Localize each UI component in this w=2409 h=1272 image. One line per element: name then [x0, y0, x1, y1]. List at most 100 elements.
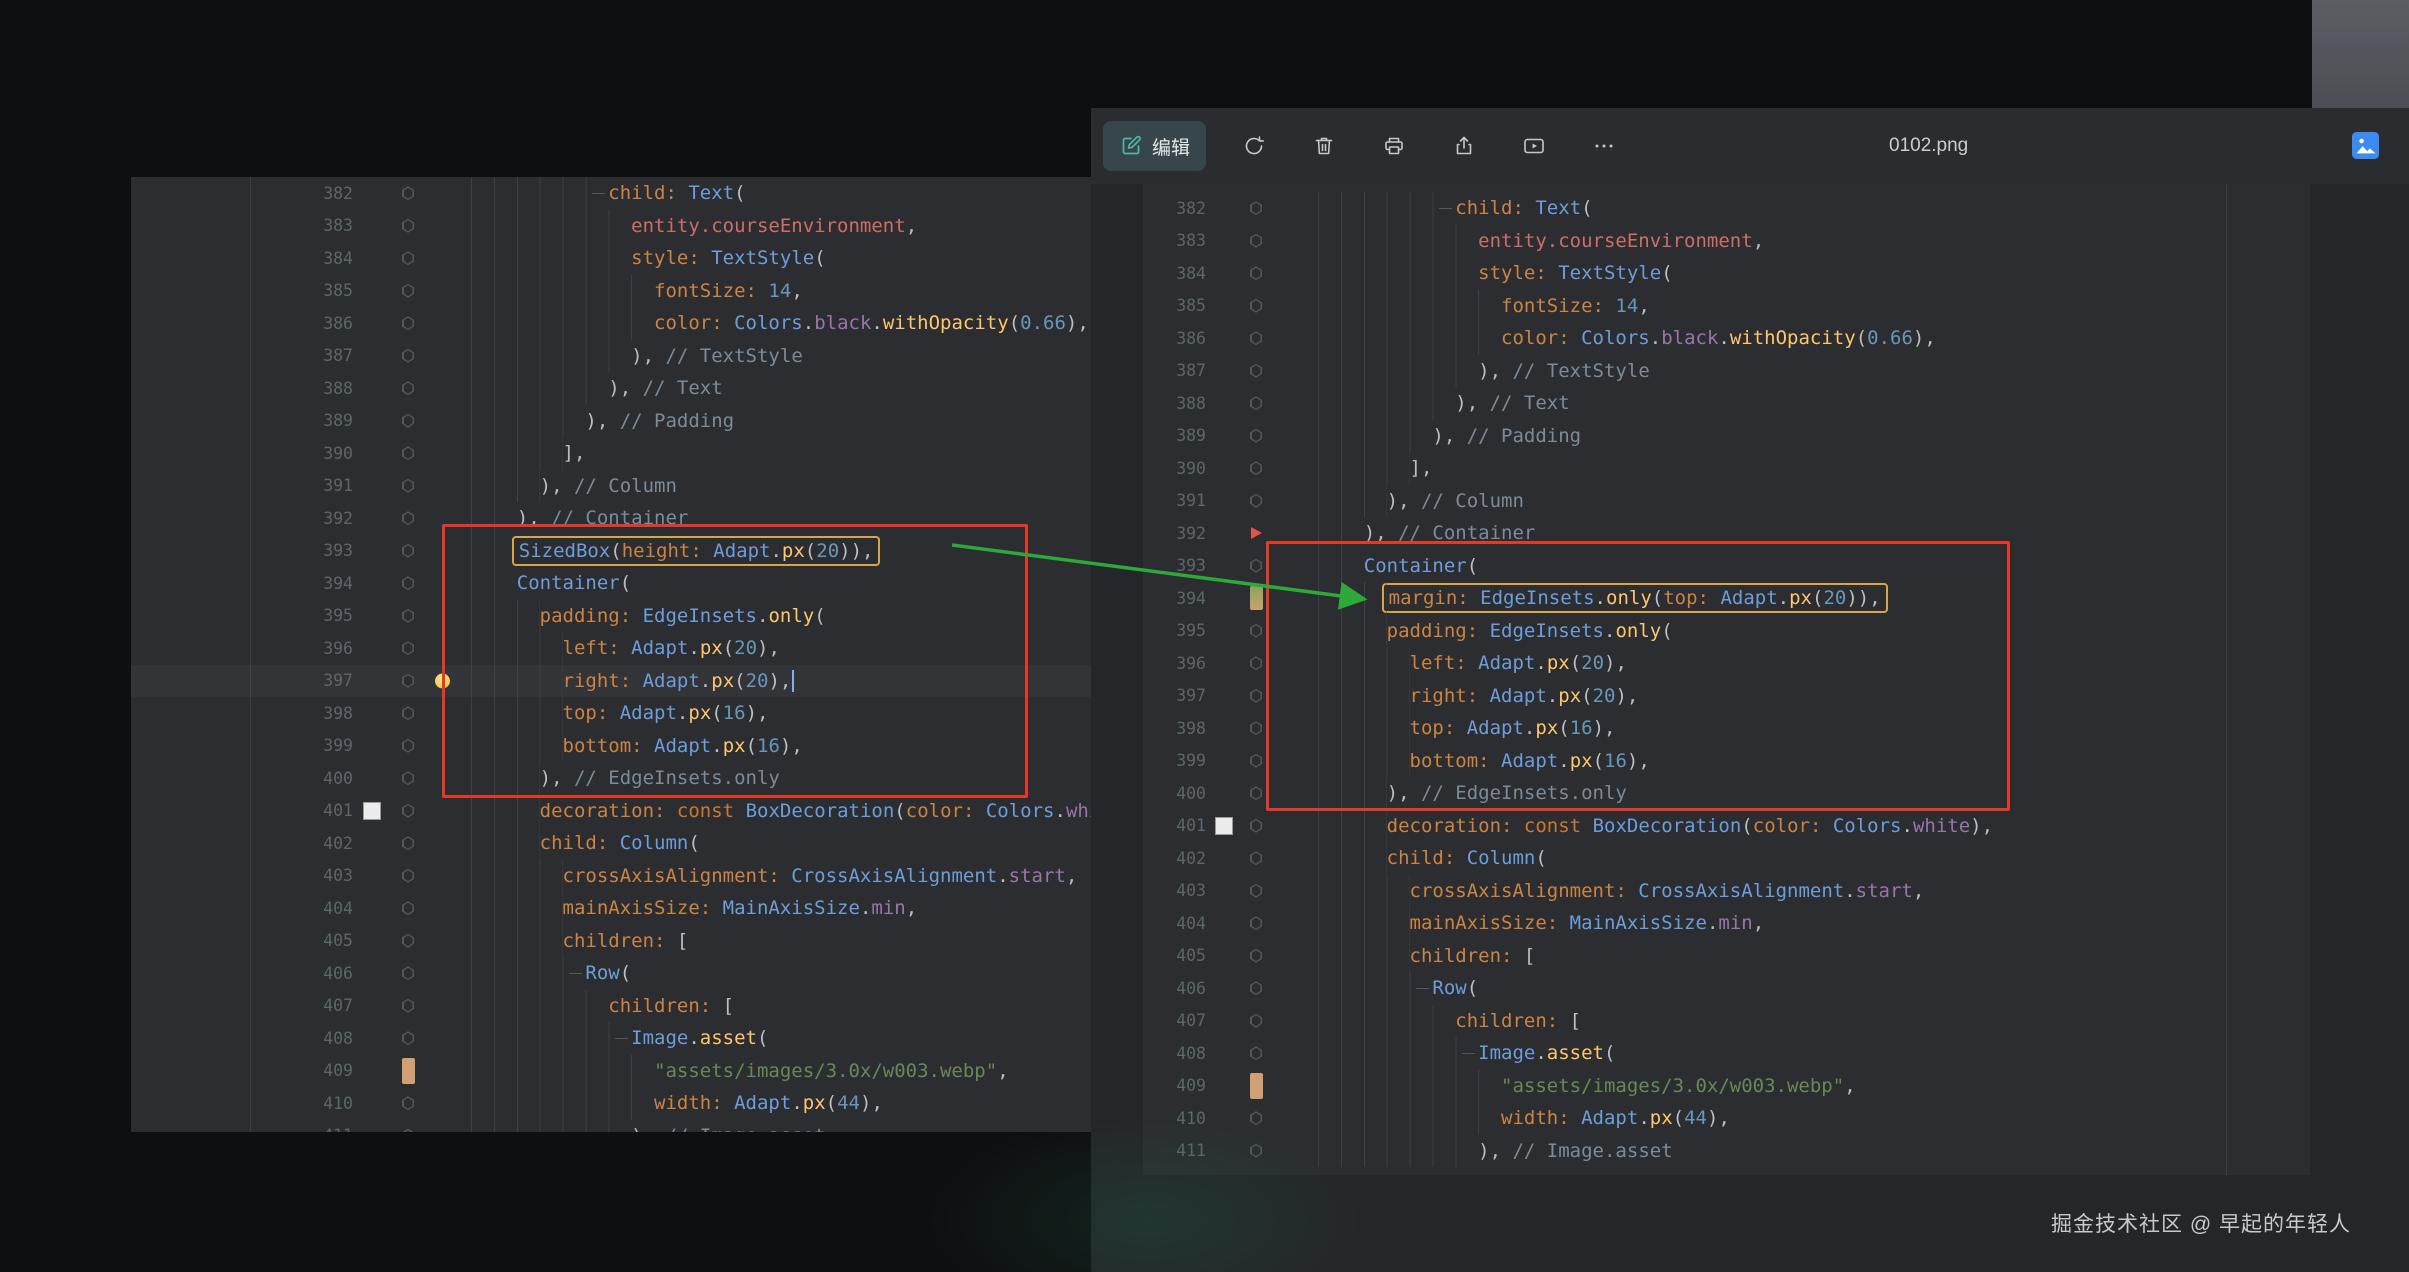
token: ( [1009, 312, 1020, 334]
token: only [768, 605, 814, 627]
more-button[interactable] [1582, 124, 1626, 168]
code-line-397: 397right: Adapt.px(20), [1143, 680, 2310, 713]
line-number: 387 [131, 346, 353, 365]
token: MainAxisSize [1570, 912, 1707, 934]
token: 20 [1581, 652, 1604, 674]
indent-guides [471, 242, 631, 275]
fold-marker-icon [1250, 364, 1262, 378]
code-line-386: 386color: Colors.black.withOpacity(0.66)… [1143, 322, 2310, 355]
gutter-swatch-slot [1206, 817, 1241, 835]
code-line-385[interactable]: 385fontSize: 14, [131, 275, 1111, 308]
image-thumbnail-icon[interactable] [2352, 132, 2379, 159]
token: start [1009, 865, 1066, 887]
token [1501, 360, 1512, 382]
code-line-403[interactable]: 403crossAxisAlignment: CrossAxisAlignmen… [131, 860, 1111, 893]
token: ), [757, 637, 780, 659]
line-number: 392 [131, 509, 353, 528]
share-button[interactable] [1442, 124, 1486, 168]
fold-marker-icon [1250, 656, 1262, 670]
token: ( [620, 962, 631, 984]
token: . [677, 702, 688, 724]
line-number: 400 [131, 769, 353, 788]
code-line-387[interactable]: 387), // TextStyle [131, 340, 1111, 373]
token: withOpacity [883, 312, 1009, 334]
code-line-411: 411), // Image.asset [1143, 1135, 2310, 1168]
token: Adapt [620, 702, 677, 724]
indent-guides [1318, 452, 1410, 485]
code-line-386[interactable]: 386color: Colors.black.withOpacity(0.66)… [131, 307, 1111, 340]
fold-marker-icon [1250, 916, 1262, 930]
fold-marker-icon [402, 1129, 414, 1132]
fold-marker-icon [402, 869, 414, 883]
code-line-390[interactable]: 390], [131, 437, 1111, 470]
fold-marker-icon [402, 219, 414, 233]
code-line-397[interactable]: 397right: Adapt.px(20), [131, 665, 1111, 698]
code-line-389[interactable]: 389), // Padding [131, 405, 1111, 438]
code-line-399: 399bottom: Adapt.px(16), [1143, 745, 2310, 778]
token: ( [1535, 847, 1546, 869]
fold-marker-icon [1250, 396, 1262, 410]
code-line-404[interactable]: 404mainAxisSize: MainAxisSize.min, [131, 892, 1111, 925]
gutter-fold-slot [391, 1096, 425, 1110]
code-line-396[interactable]: 396left: Adapt.px(20), [131, 632, 1111, 665]
gutter-fold-slot [1241, 586, 1271, 610]
token: ( [746, 735, 757, 757]
token: // Column [1421, 490, 1524, 512]
fold-marker-icon [1250, 1014, 1262, 1028]
rotate-button[interactable] [1232, 124, 1276, 168]
code-line-391[interactable]: 391), // Column [131, 470, 1111, 503]
code-line-410[interactable]: 410width: Adapt.px(44), [131, 1087, 1111, 1120]
token: 0.66 [1867, 327, 1913, 349]
code-line-383[interactable]: 383entity.courseEnvironment, [131, 210, 1111, 243]
code-line-409[interactable]: 409"assets/images/3.0x/w003.webp", [131, 1055, 1111, 1088]
token: [ [1570, 1010, 1581, 1032]
code-line-384[interactable]: 384style: TextStyle( [131, 242, 1111, 275]
code-line-407[interactable]: 407children: [ [131, 990, 1111, 1023]
code-line-388[interactable]: 388), // Text [131, 372, 1111, 405]
token: . [871, 312, 882, 334]
code-line-394[interactable]: 394Container( [131, 567, 1111, 600]
delete-button[interactable] [1302, 124, 1346, 168]
indent-guides [1318, 907, 1410, 940]
token: color: [654, 312, 723, 334]
code-line-398[interactable]: 398top: Adapt.px(16), [131, 697, 1111, 730]
code-line-406[interactable]: 406Row( [131, 957, 1111, 990]
fold-marker-icon [1250, 461, 1262, 475]
token: ), [780, 735, 803, 757]
code-line-411[interactable]: 411), // Image.asset [131, 1120, 1111, 1133]
gutter-fold-slot [391, 804, 425, 818]
fold-marker-icon [402, 901, 414, 915]
code-line-393[interactable]: 393SizedBox(height: Adapt.px(20)), [131, 535, 1111, 568]
code-line-395[interactable]: 395padding: EdgeInsets.only( [131, 600, 1111, 633]
token: Adapt [643, 670, 700, 692]
edit-button[interactable]: 编辑 [1103, 121, 1206, 171]
line-number: 403 [1143, 881, 1206, 900]
token: 20 [816, 540, 839, 562]
gutter-fold-slot [1241, 1073, 1271, 1099]
code-line-399[interactable]: 399bottom: Adapt.px(16), [131, 730, 1111, 763]
token [780, 865, 791, 887]
code-line-400[interactable]: 400), // EdgeInsets.only [131, 762, 1111, 795]
code-line-401[interactable]: 401decoration: const BoxDecoration(color… [131, 795, 1111, 828]
code-line-406: 406Row( [1143, 972, 2310, 1005]
code-line-390: 390], [1143, 452, 2310, 485]
token [702, 540, 713, 562]
line-number: 386 [131, 314, 353, 333]
token: ), [1627, 750, 1650, 772]
token: margin: [1389, 587, 1469, 609]
fold-marker-icon [402, 349, 414, 363]
image-icon [2352, 132, 2379, 159]
video-button[interactable] [1512, 124, 1556, 168]
code-line-408[interactable]: 408Image.asset( [131, 1022, 1111, 1055]
code-line-382[interactable]: 382child: Text( [131, 177, 1111, 210]
code-line-402[interactable]: 402child: Column( [131, 827, 1111, 860]
print-button[interactable] [1372, 124, 1416, 168]
code-line-392[interactable]: 392), // Container [131, 502, 1111, 535]
token: ( [734, 182, 745, 204]
indent-guides [471, 892, 563, 925]
code-text: fontSize: 14, [425, 275, 1111, 308]
fold-marker-icon [1250, 1144, 1262, 1158]
code-line-393: 393Container( [1143, 550, 2310, 583]
code-line-405[interactable]: 405children: [ [131, 925, 1111, 958]
desktop: 382child: Text(383entity.courseEnvironme… [0, 0, 2409, 1272]
